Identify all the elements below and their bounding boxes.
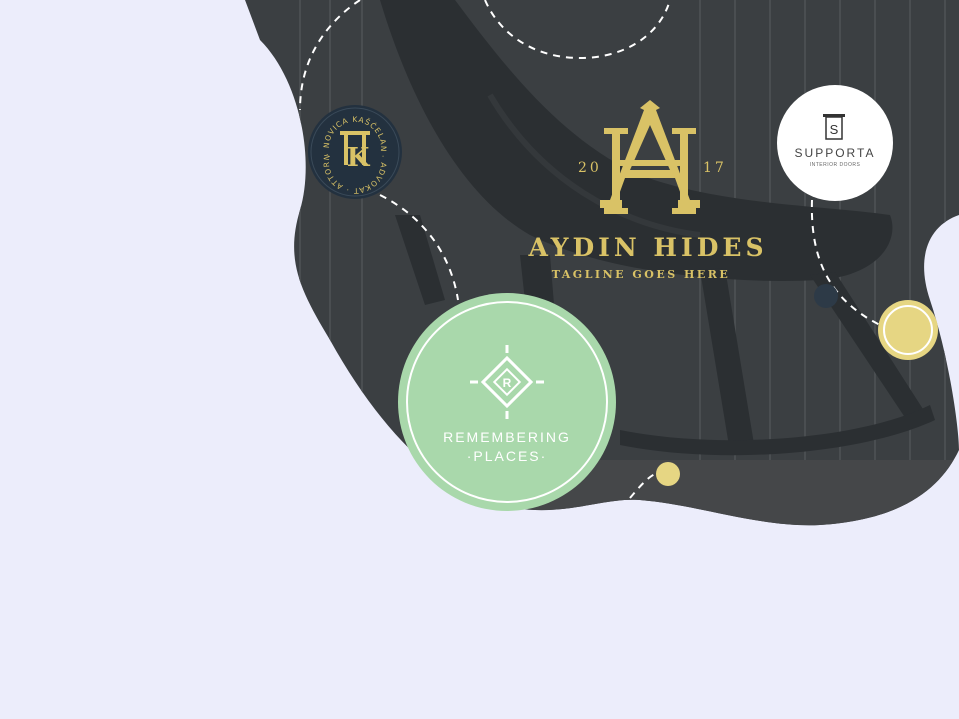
yellow-dot-small (656, 462, 680, 486)
remembering-mark: R (503, 376, 512, 390)
supporta-badge: S SUPPORTA INTERIOR DOORS (777, 85, 893, 201)
remembering-line1: REMEMBERING (443, 429, 571, 445)
brand-name: AYDIN HIDES (527, 233, 767, 262)
floor (245, 460, 959, 526)
hero-illustration: 20 17 AYDIN HIDES TAGLINE GOES HERE · NO… (0, 0, 959, 526)
supporta-subtitle: INTERIOR DOORS (810, 162, 861, 168)
yellow-dot-large (878, 300, 938, 360)
remembering-line2: ·PLACES· (467, 448, 548, 464)
year-right: 17 (703, 160, 727, 176)
door-icon: S (823, 114, 845, 140)
remembering-places-badge: R REMEMBERING ·PLACES· (398, 293, 616, 511)
attorney-initial: K (347, 143, 371, 173)
supporta-name: SUPPORTA (795, 146, 876, 160)
brand-tagline: TAGLINE GOES HERE (552, 268, 731, 281)
year-left: 20 (578, 160, 602, 176)
navy-dot (814, 284, 838, 308)
supporta-mark: S (830, 122, 839, 137)
